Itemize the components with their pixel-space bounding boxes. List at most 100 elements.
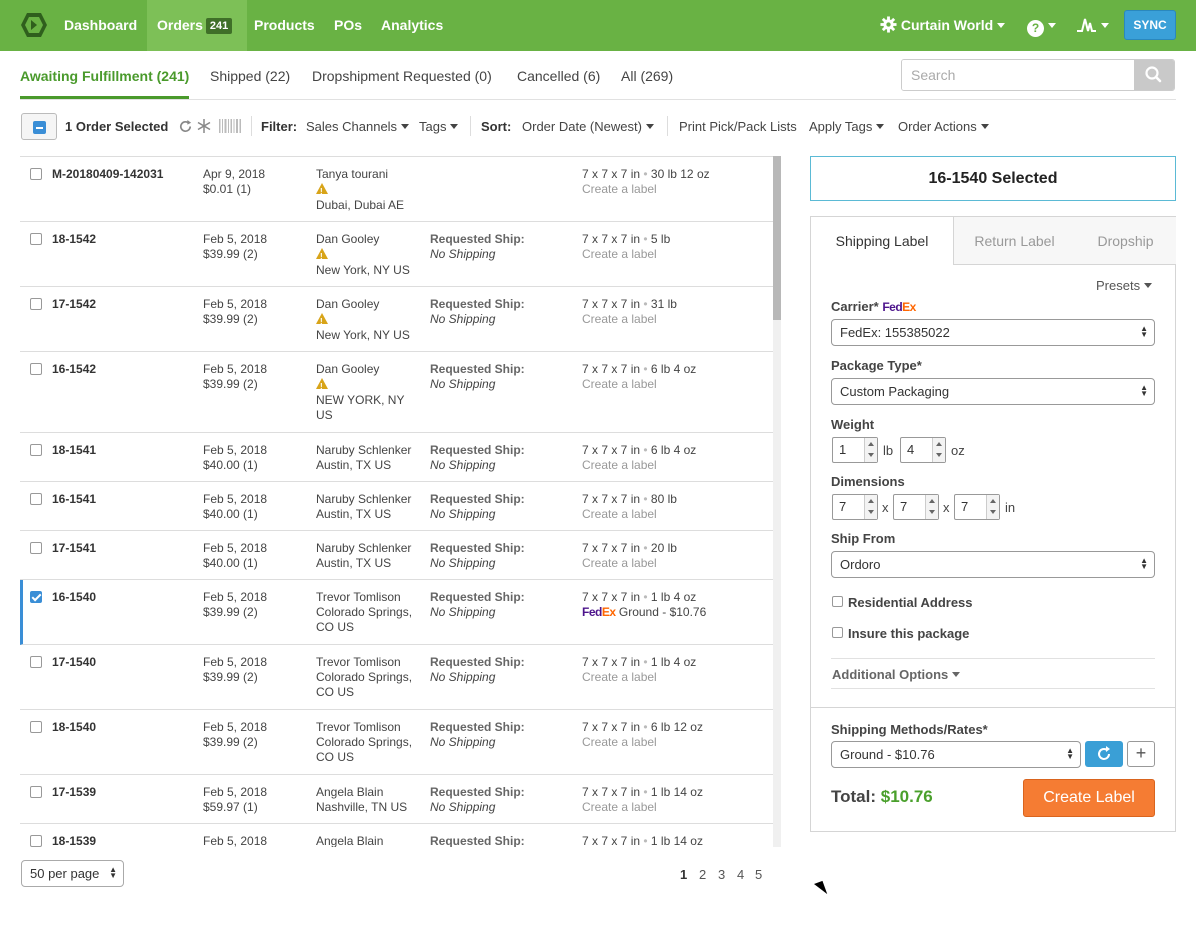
order-actions-menu[interactable]: Order Actions (898, 119, 989, 134)
order-checkbox[interactable] (30, 721, 42, 733)
label-status-line[interactable]: Create a label (582, 458, 772, 473)
weight-oz-input[interactable]: 4 (900, 437, 946, 463)
order-checkbox[interactable] (30, 542, 42, 554)
order-checkbox[interactable] (30, 298, 42, 310)
account-menu[interactable]: Curtain World (880, 0, 1006, 51)
order-checkbox[interactable] (30, 233, 42, 245)
label-status-line[interactable]: Create a label (582, 507, 772, 522)
stepper-arrows-icon[interactable] (925, 495, 938, 519)
nav-products[interactable]: Products (254, 0, 315, 51)
warning-icon[interactable] (316, 313, 328, 329)
nav-pos[interactable]: POs (334, 0, 362, 51)
tab-shipped[interactable]: Shipped (22) (210, 68, 290, 84)
order-id[interactable]: 17-1539 (52, 785, 96, 800)
page-link[interactable]: 4 (737, 867, 744, 882)
order-id[interactable]: 17-1541 (52, 541, 96, 556)
stepper-arrows-icon[interactable] (932, 438, 945, 462)
order-row[interactable]: 18-1539 Feb 5, 2018 Angela Blain Requested … (20, 824, 773, 847)
order-id[interactable]: 17-1540 (52, 655, 96, 670)
snowflake-icon[interactable] (196, 118, 212, 134)
add-rate-button[interactable]: + (1127, 741, 1155, 767)
label-status-line[interactable]: Create a label (582, 670, 772, 685)
nav-analytics[interactable]: Analytics (381, 0, 443, 51)
scrollbar[interactable] (773, 156, 781, 847)
stepper-arrows-icon[interactable] (864, 495, 877, 519)
presets-menu[interactable]: Presets (1096, 278, 1153, 293)
order-id[interactable]: 18-1540 (52, 720, 96, 735)
page-link[interactable]: 2 (699, 867, 706, 882)
order-row[interactable]: M-20180409-142031 Apr 9, 2018 $0.01 (1) Tan… (20, 157, 773, 222)
refresh-icon[interactable] (178, 119, 193, 134)
order-row[interactable]: 17-1540 Feb 5, 2018 $39.99 (2) Trevor Tomli… (20, 645, 773, 710)
order-checkbox[interactable] (30, 591, 42, 603)
order-checkbox[interactable] (30, 168, 42, 180)
page-link[interactable]: 3 (718, 867, 725, 882)
label-status-line[interactable]: Create a label (582, 312, 772, 327)
order-row[interactable]: 16-1540 Feb 5, 2018 $39.99 (2) Trevor Tomli… (20, 580, 773, 645)
print-pick-pack-button[interactable]: Print Pick/Pack Lists (679, 119, 797, 134)
order-checkbox[interactable] (30, 786, 42, 798)
package-type-select[interactable]: Custom Packaging ▲ ▼ (831, 378, 1155, 405)
ordoro-logo-icon[interactable] (20, 12, 48, 38)
label-status-line[interactable]: Create a label (582, 800, 772, 815)
warning-icon[interactable] (316, 183, 328, 199)
nav-orders[interactable]: Orders 241 (147, 0, 247, 51)
order-row[interactable]: 18-1541 Feb 5, 2018 $40.00 (1) Naruby Schle… (20, 433, 773, 482)
select-all-checkbox[interactable] (21, 113, 57, 140)
tags-filter[interactable]: Tags (419, 119, 459, 134)
stepper-arrows-icon[interactable] (864, 438, 877, 462)
apply-tags-menu[interactable]: Apply Tags (809, 119, 885, 134)
weight-lb-input[interactable]: 1 (832, 437, 878, 463)
search-input[interactable] (902, 60, 1135, 90)
per-page-select[interactable]: 50 per page ▲ ▼ (21, 860, 124, 887)
label-status-line[interactable]: Create a label (582, 182, 772, 197)
create-label-button[interactable]: Create Label (1023, 779, 1155, 817)
order-checkbox[interactable] (30, 363, 42, 375)
order-id[interactable]: 16-1541 (52, 492, 96, 507)
refresh-rates-button[interactable] (1085, 741, 1123, 767)
residential-address-label[interactable]: Residential Address (848, 595, 973, 610)
help-menu[interactable]: ? (1027, 0, 1056, 51)
tab-return-label[interactable]: Return Label (953, 217, 1075, 265)
label-status-line[interactable]: Create a label (582, 247, 772, 262)
order-row[interactable]: 18-1542 Feb 5, 2018$39.99 (2) Dan Gooley Ne… (20, 222, 773, 287)
tab-shipping-label[interactable]: Shipping Label (811, 217, 953, 265)
dimension-length-input[interactable]: 7 (832, 494, 878, 520)
tab-all[interactable]: All (269) (621, 68, 673, 84)
ship-from-select[interactable]: Ordoro ▲ ▼ (831, 551, 1155, 578)
order-checkbox[interactable] (30, 835, 42, 847)
sales-channels-filter[interactable]: Sales Channels (306, 119, 410, 134)
barcode-icon[interactable] (219, 119, 241, 133)
warning-icon[interactable] (316, 378, 328, 394)
warning-icon[interactable] (316, 248, 328, 264)
order-id[interactable]: 18-1539 (52, 834, 96, 847)
order-id[interactable]: 17-1542 (52, 297, 96, 312)
shipping-method-select[interactable]: Ground - $10.76 ▲ ▼ (831, 741, 1081, 768)
activity-menu[interactable] (1077, 0, 1109, 51)
nav-dashboard[interactable]: Dashboard (64, 0, 137, 51)
order-checkbox[interactable] (30, 493, 42, 505)
scrollbar-thumb[interactable] (773, 156, 781, 320)
label-status-line[interactable]: Create a label (582, 556, 772, 571)
order-id[interactable]: M-20180409-142031 (52, 167, 163, 182)
search-button[interactable] (1134, 60, 1174, 90)
order-row[interactable]: 16-1542 Feb 5, 2018$39.99 (2) Dan Gooley NE… (20, 352, 773, 433)
label-status-line[interactable]: Create a label (582, 735, 772, 750)
residential-address-checkbox[interactable] (832, 596, 843, 607)
page-link[interactable]: 5 (755, 867, 762, 882)
stepper-arrows-icon[interactable] (986, 495, 999, 519)
insure-package-checkbox[interactable] (832, 627, 843, 638)
order-id[interactable]: 18-1542 (52, 232, 96, 247)
order-row[interactable]: 17-1541 Feb 5, 2018 $40.00 (1) Naruby Schle… (20, 531, 773, 580)
order-row[interactable]: 17-1542 Feb 5, 2018$39.99 (2) Dan Gooley Ne… (20, 287, 773, 352)
tab-dropshipment-requested[interactable]: Dropshipment Requested (0) (312, 68, 492, 84)
label-status-line[interactable]: Create a label (582, 377, 772, 392)
order-checkbox[interactable] (30, 656, 42, 668)
page-link[interactable]: 1 (680, 867, 687, 882)
additional-options-toggle[interactable]: Additional Options (832, 667, 961, 682)
tab-awaiting-fulfillment[interactable]: Awaiting Fulfillment (241) (20, 68, 189, 84)
order-id[interactable]: 16-1542 (52, 362, 96, 377)
tab-cancelled[interactable]: Cancelled (6) (517, 68, 600, 84)
dimension-height-input[interactable]: 7 (954, 494, 1000, 520)
sort-dropdown[interactable]: Order Date (Newest) (522, 119, 654, 134)
